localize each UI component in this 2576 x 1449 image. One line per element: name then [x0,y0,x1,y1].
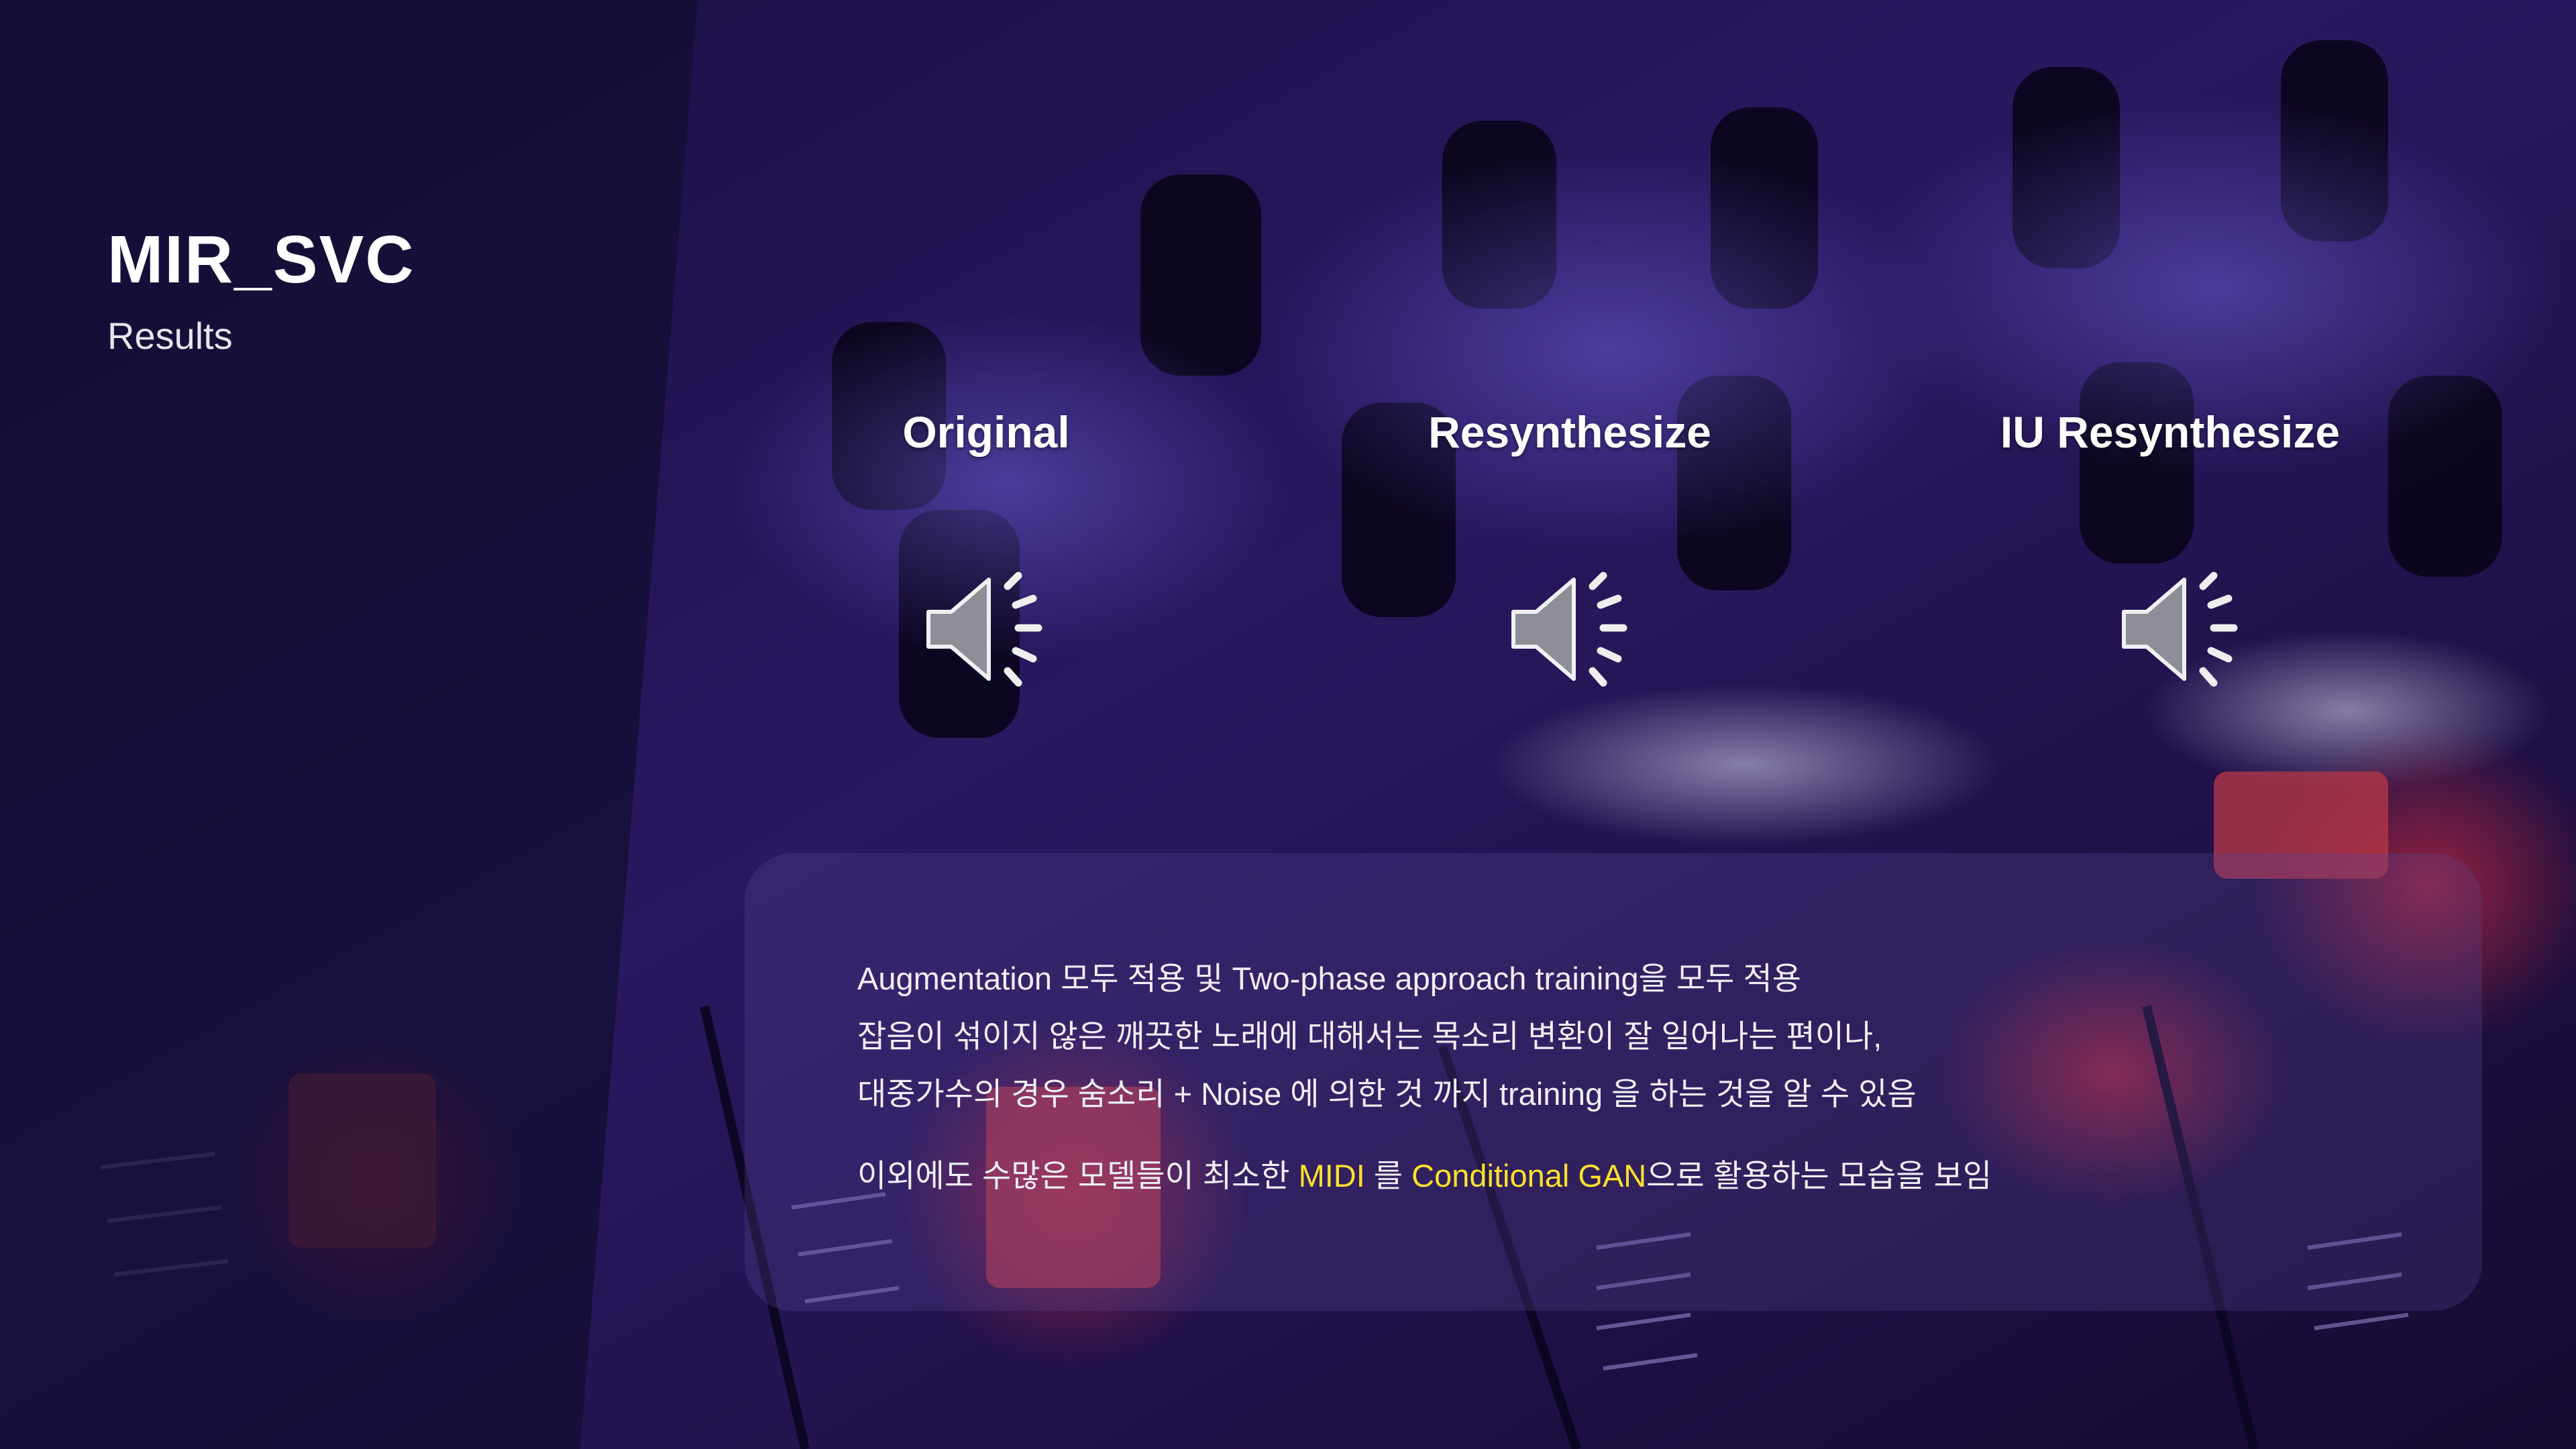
notes-line: 잡음이 섞이지 않은 깨끗한 노래에 대해서는 목소리 변환이 잘 일어나는 편… [857,1018,1882,1054]
title-panel [0,0,698,1449]
notes-line-highlight: 이외에도 수많은 모델들이 최소한 MIDI 를 Conditional GAN… [857,1150,1992,1196]
notes-text: 를 [1364,1158,1412,1193]
audio-label-original: Original [902,407,1070,457]
speaker-icon[interactable] [2120,570,2244,688]
notes-text: 으로 활용하는 모습을 보임 [1646,1158,1992,1193]
audio-label-resynthesize: Resynthesize [1428,407,1711,457]
notes-line: 대중가수의 경우 숨소리 + Noise 에 의한 것 까지 training … [857,1076,1917,1112]
speaker-icon[interactable] [1509,570,1633,688]
speaker-icon[interactable] [924,570,1049,688]
highlight-conditional-gan: Conditional GAN [1411,1158,1647,1193]
audio-label-iu-resynthesize: IU Resynthesize [2000,407,2341,457]
slide-subtitle: Results [107,315,233,357]
notes-text: 이외에도 수많은 모델들이 최소한 [857,1158,1299,1193]
slide-title: MIR_SVC [107,222,415,297]
notes-line: Augmentation 모두 적용 및 Two-phase approach … [857,961,1801,996]
highlight-midi: MIDI [1298,1158,1365,1193]
